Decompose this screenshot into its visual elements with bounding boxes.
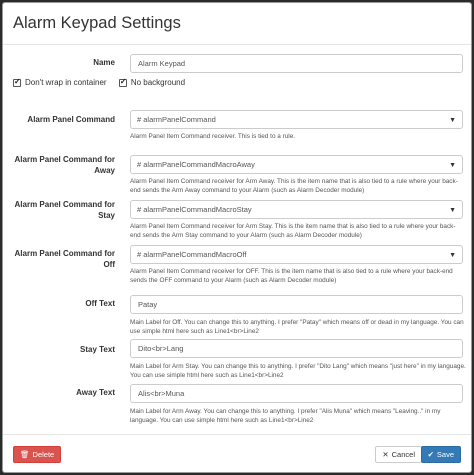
item-select-value: # alarmPanelCommandMacroAway [137,160,255,169]
field-help: Alarm Panel Item Command receiver for OF… [130,268,453,285]
checkbox-checked-icon[interactable] [13,77,21,87]
dialog-title: Alarm Keypad Settings [13,14,181,32]
item-select[interactable]: # alarmPanelCommandMacroOff ▼ [130,245,463,264]
no-background-label: No background [130,78,186,87]
checkbox-checked-icon[interactable] [118,77,127,87]
text-label: Off Text [85,299,115,308]
item-select-value: # alarmPanelCommandMacroOff [137,250,247,259]
options-checkboxes: Don't wrap in container No background [13,77,195,89]
item-select-value: # alarmPanelCommandMacroStay [137,205,252,214]
name-input[interactable]: Alarm Keypad [130,54,463,73]
checkmark-icon: ✔ [427,450,434,459]
dont-wrap-checkbox[interactable]: Don't wrap in container [13,77,107,87]
item-select[interactable]: # alarmPanelCommandMacroAway ▼ [130,155,463,174]
alarm-keypad-settings-dialog: Alarm Keypad Settings Name Alarm Keypad … [2,2,472,473]
text-label: Away Text [76,388,115,397]
field-label: Alarm Panel Command [27,115,115,124]
field-help: Alarm Panel Item Command receiver. This … [130,133,296,140]
dialog-footer: 🗑 Delete ✕ Cancel ✔ Save [3,434,471,472]
trash-icon: 🗑 [20,450,30,459]
away-text-input[interactable]: Alis<br>Muna [130,384,463,403]
name-label: Name [93,58,115,67]
delete-button-label: Delete [32,450,55,459]
field-help: Alarm Panel Item Command receiver for Ar… [130,178,458,195]
dont-wrap-label: Don't wrap in container [25,78,107,87]
no-background-checkbox[interactable]: No background [118,77,186,87]
caret-down-icon: ▼ [449,117,456,124]
item-select-value: # alarmPanelCommand [137,115,216,124]
field-label: Alarm Panel Command for Stay [14,200,115,220]
caret-down-icon: ▼ [449,162,456,169]
delete-button[interactable]: 🗑 Delete [13,446,62,463]
item-select[interactable]: # alarmPanelCommandMacroStay ▼ [130,200,463,219]
stay-text-input[interactable]: Dito<br>Lang [130,339,463,358]
close-icon: ✕ [382,450,389,459]
field-help: Main Label for Off. You can change this … [130,319,464,336]
item-select[interactable]: # alarmPanelCommand ▼ [130,110,463,129]
dialog-header: Alarm Keypad Settings [3,3,471,45]
field-help: Main Label for Arm Away. You can change … [130,408,441,425]
field-help: Main Label for Arm Stay. You can change … [130,363,466,380]
field-label: Alarm Panel Command for Off [14,249,115,269]
cancel-button-label: Cancel [391,450,415,459]
caret-down-icon: ▼ [449,207,456,214]
field-help: Alarm Panel Item Command receiver for Ar… [130,223,456,240]
caret-down-icon: ▼ [449,252,456,259]
save-button[interactable]: ✔ Save [420,446,461,463]
field-label: Alarm Panel Command for Away [14,155,115,175]
save-button-label: Save [436,450,454,459]
off-text-input[interactable]: Patay [130,295,463,314]
text-label: Stay Text [80,345,115,354]
cancel-button[interactable]: ✕ Cancel [375,446,422,463]
